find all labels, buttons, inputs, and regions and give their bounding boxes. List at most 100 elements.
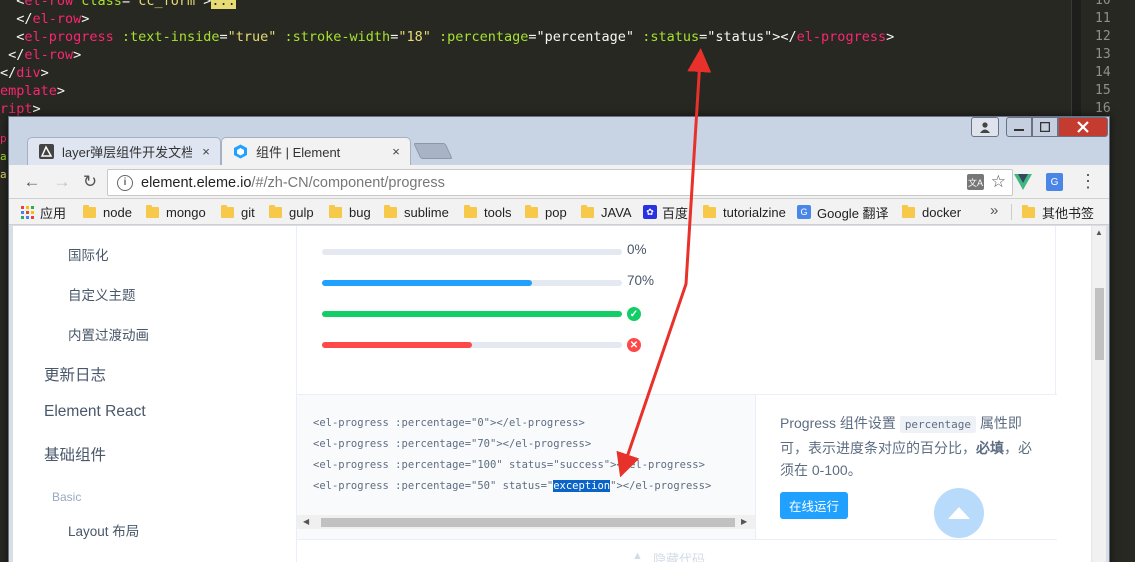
tab-layer-docs[interactable]: layer弹层组件开发文档 - × (27, 137, 221, 165)
apps-grid-icon (21, 205, 34, 219)
minimize-button[interactable] (1006, 117, 1032, 137)
code-area[interactable]: <el-row class="cc_form">... </el-row> <e… (0, 0, 1070, 118)
bookmark-bug[interactable]: bug (329, 203, 371, 221)
close-window-button[interactable] (1058, 117, 1108, 137)
folder-icon (581, 204, 594, 218)
bookmark-star-icon[interactable]: ☆ (991, 172, 1006, 192)
forward-button[interactable]: → (51, 171, 73, 193)
sidebar-item-custom-theme[interactable]: 自定义主题 (68, 284, 136, 304)
scroll-right-icon[interactable]: ▶ (741, 515, 747, 529)
google-translate-extension-icon[interactable]: G (1046, 173, 1063, 191)
tab-title: layer弹层组件开发文档 - (62, 145, 192, 160)
bookmark-tutorialzine[interactable]: tutorialzine (703, 203, 786, 221)
title-bar: layer弹层组件开发文档 - × 组件 | Element × (9, 117, 1109, 165)
bookmark-sublime[interactable]: sublime (384, 203, 449, 221)
code-line[interactable]: </div> (0, 64, 1070, 82)
layer-doc-icon (38, 144, 54, 160)
code-line[interactable]: <el-progress :text-inside="true" :stroke… (0, 28, 1070, 46)
success-check-icon: ✓ (627, 307, 641, 321)
tab-title: 组件 | Element (256, 145, 341, 160)
scroll-left-icon[interactable]: ◀ (303, 515, 309, 529)
progress-bar-70 (322, 280, 622, 286)
url-host: element.eleme.io (141, 174, 252, 191)
line-number: 11 (1095, 11, 1111, 26)
bookmark-google-translate[interactable]: G Google 翻译 (797, 203, 889, 221)
vue-devtools-icon[interactable] (1014, 174, 1032, 195)
back-to-top-button[interactable] (934, 488, 984, 538)
description-text: Progress 组件设置 percentage 属性即可，表示进度条对应的百分… (780, 415, 1032, 478)
sidebar-item-element-react[interactable]: Element React (44, 403, 146, 421)
code-line[interactable]: </el-row> (0, 10, 1070, 28)
vertical-scrollbar[interactable]: ▲ (1091, 226, 1106, 562)
progress-fill (322, 280, 532, 286)
bookmark-git[interactable]: git (221, 203, 255, 221)
bookmark-java[interactable]: JAVA (581, 203, 632, 221)
scroll-up-icon[interactable]: ▲ (1095, 228, 1103, 237)
horizontal-scrollbar[interactable]: ◀ ▶ (297, 515, 755, 529)
bookmark-label: 应用 (40, 205, 67, 221)
demo-description: Progress 组件设置 percentage 属性即可，表示进度条对应的百分… (755, 394, 1057, 539)
docs-sidebar: 国际化 自定义主题 内置过渡动画 更新日志 Element React 基础组件… (13, 226, 293, 562)
folder-icon (902, 204, 915, 218)
caret-up-icon: ▲ (632, 550, 643, 562)
maximize-button[interactable] (1032, 117, 1058, 137)
bookmark-node[interactable]: node (83, 203, 132, 221)
sidebar-item-transitions[interactable]: 内置过渡动画 (68, 324, 149, 344)
close-tab-icon[interactable]: × (198, 143, 214, 159)
close-tab-icon[interactable]: × (388, 143, 404, 159)
site-info-icon[interactable]: i (117, 174, 133, 191)
progress-bar-0 (322, 249, 622, 255)
bookmark-docker[interactable]: docker (902, 203, 961, 221)
bookmark-label: bug (349, 204, 371, 220)
bookmark-gulp[interactable]: gulp (269, 203, 314, 221)
code-line: <el-progress :percentage="100" status="s… (313, 459, 705, 471)
back-button[interactable]: ← (21, 171, 43, 193)
code-line[interactable]: <el-row class="cc_form">... (0, 0, 1070, 10)
bookmark-mongo[interactable]: mongo (146, 203, 206, 221)
bookmark-pop[interactable]: pop (525, 203, 567, 221)
bookmark-label: git (241, 204, 255, 220)
bookmark-label: sublime (404, 204, 449, 220)
code-line[interactable]: emplate> (0, 82, 1070, 100)
tab-element-components[interactable]: 组件 | Element × (221, 137, 411, 165)
code-line: <el-progress :percentage="70"></el-progr… (313, 438, 592, 450)
page-viewport: 国际化 自定义主题 内置过渡动画 更新日志 Element React 基础组件… (13, 226, 1106, 562)
run-online-button[interactable]: 在线运行 (780, 492, 848, 519)
line-number: 13 (1095, 47, 1111, 62)
folder-icon (269, 204, 282, 218)
folder-icon (146, 204, 159, 218)
bookmark-other[interactable]: 其他书签 (1022, 203, 1094, 221)
reload-button[interactable]: ↻ (79, 171, 101, 193)
bookmark-apps[interactable]: 应用 (21, 203, 66, 221)
hide-code-toggle[interactable]: ▲ 隐藏代码 (297, 539, 1057, 562)
scrollbar-thumb[interactable] (1095, 288, 1104, 360)
bookmarks-separator (1011, 204, 1012, 220)
sidebar-item-changelog[interactable]: 更新日志 (44, 363, 106, 385)
sidebar-item-i18n[interactable]: 国际化 (68, 244, 109, 264)
translate-page-icon[interactable]: 文A (967, 174, 984, 190)
element-logo-icon (232, 144, 248, 160)
sidebar-item-basic-components[interactable]: 基础组件 (44, 443, 106, 465)
folder-icon (221, 204, 234, 218)
folder-icon (1022, 204, 1035, 218)
bookmark-label: docker (922, 204, 962, 220)
browser-window: layer弹层组件开发文档 - × 组件 | Element × ← → ↻ i (8, 116, 1110, 562)
chrome-menu-icon[interactable]: ⋮ (1079, 171, 1097, 192)
profile-icon[interactable] (971, 117, 999, 137)
bookmark-label: node (103, 204, 132, 220)
bookmark-label: 其他书签 (1042, 205, 1095, 221)
bookmarks-bar: 应用 node mongo git gulp bug sublime tools… (9, 199, 1109, 225)
bookmarks-overflow-button[interactable]: » (990, 202, 998, 219)
bookmark-tools[interactable]: tools (464, 203, 511, 221)
folder-icon (384, 204, 397, 218)
folder-icon (703, 204, 716, 218)
sidebar-item-layout[interactable]: Layout 布局 (68, 520, 139, 540)
address-bar[interactable]: i element.eleme.io/#/zh-CN/component/pro… (107, 169, 1013, 196)
selected-text: exception (553, 480, 611, 492)
scrollbar-thumb[interactable] (321, 518, 735, 527)
new-tab-button[interactable] (413, 143, 453, 159)
code-line[interactable]: </el-row> (0, 46, 1070, 64)
google-translate-icon: G (797, 205, 811, 219)
code-line: <el-progress :percentage="0"></el-progre… (313, 417, 585, 429)
bookmark-baidu[interactable]: ✿ 百度 (643, 203, 688, 221)
